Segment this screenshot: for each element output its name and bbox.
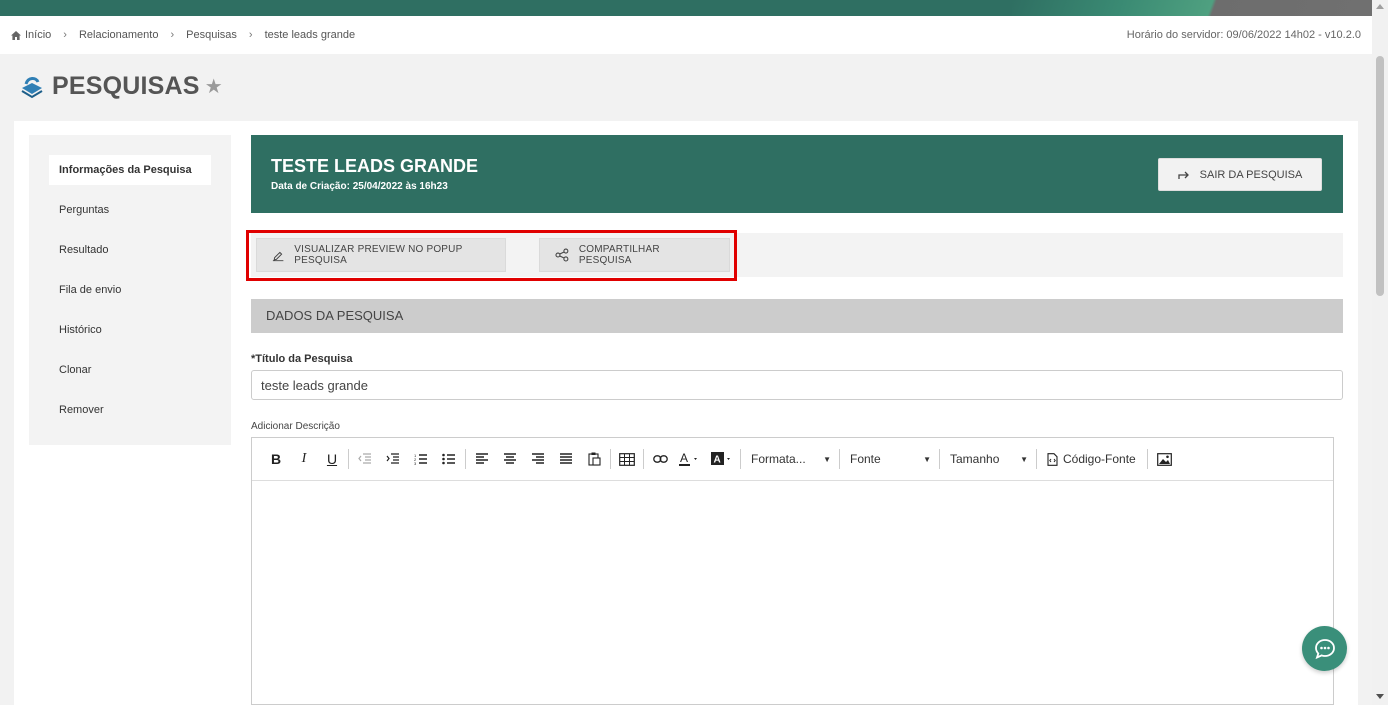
rich-text-editor: B I U 123 A A Formata... ▼ Fonte ▼ Taman…	[251, 437, 1334, 705]
toolbar-divider	[348, 449, 349, 469]
caret-down-icon: ▼	[823, 454, 831, 464]
toolbar-divider	[610, 449, 611, 469]
italic-icon[interactable]: I	[290, 445, 318, 473]
breadcrumb: Início › Relacionamento › Pesquisas › te…	[11, 29, 355, 41]
scroll-down-arrow-icon[interactable]	[1376, 694, 1384, 699]
home-icon	[11, 30, 21, 40]
format-dropdown-label: Formata...	[751, 452, 806, 466]
page-header: PESQUISAS ★	[18, 72, 223, 101]
svg-text:A: A	[714, 455, 721, 466]
justify-icon[interactable]	[552, 445, 580, 473]
toolbar-divider	[839, 449, 840, 469]
svg-text:3: 3	[414, 461, 417, 465]
align-right-icon[interactable]	[524, 445, 552, 473]
link-icon[interactable]	[646, 445, 674, 473]
creation-date: Data de Criação: 25/04/2022 às 16h23	[271, 181, 448, 192]
red-highlight-box	[246, 230, 737, 281]
sidebar-item-fila-de-envio[interactable]: Fila de envio	[49, 275, 131, 305]
chevron-right-icon: ›	[170, 29, 175, 41]
paste-icon[interactable]	[580, 445, 608, 473]
top-color-bar	[0, 0, 1372, 16]
exit-survey-label: SAIR DA PESQUISA	[1199, 168, 1303, 181]
chat-bubble-icon	[1314, 638, 1335, 659]
editor-toolbar: B I U 123 A A Formata... ▼ Fonte ▼ Taman…	[252, 438, 1333, 481]
bold-icon[interactable]: B	[262, 445, 290, 473]
sidebar: Informações da Pesquisa Perguntas Result…	[29, 135, 231, 445]
align-left-icon[interactable]	[468, 445, 496, 473]
caret-down-icon: ▼	[1020, 454, 1028, 464]
breadcrumb-current: teste leads grande	[264, 29, 356, 41]
font-dropdown[interactable]: Fonte ▼	[842, 445, 937, 473]
chevron-right-icon: ›	[63, 29, 67, 41]
chat-button[interactable]	[1302, 626, 1347, 671]
svg-text:A: A	[680, 452, 688, 465]
indent-icon[interactable]	[379, 445, 407, 473]
server-time: Horário do servidor: 09/06/2022 14h02 - …	[1126, 29, 1361, 41]
toolbar-divider	[1036, 449, 1037, 469]
sidebar-item-informacoes[interactable]: Informações da Pesquisa	[49, 155, 211, 185]
table-icon[interactable]	[613, 445, 641, 473]
source-code-label: Código-Fonte	[1063, 452, 1136, 466]
align-center-icon[interactable]	[496, 445, 524, 473]
underline-icon[interactable]: U	[318, 445, 346, 473]
exit-survey-button[interactable]: SAIR DA PESQUISA	[1158, 158, 1322, 191]
share-arrow-icon	[1177, 171, 1189, 179]
breadcrumb-home[interactable]: Início	[25, 29, 51, 41]
text-color-icon[interactable]: A	[674, 445, 706, 473]
editor-content-area[interactable]	[252, 481, 1333, 705]
toolbar-divider	[740, 449, 741, 469]
breadcrumb-pesquisas[interactable]: Pesquisas	[186, 29, 237, 41]
survey-title: TESTE LEADS GRANDE	[271, 156, 479, 176]
star-icon[interactable]: ★	[205, 74, 223, 99]
description-label: Adicionar Descrição	[251, 421, 340, 432]
sidebar-item-historico[interactable]: Histórico	[49, 315, 112, 345]
bullet-list-icon[interactable]	[435, 445, 463, 473]
section-header: DADOS DA PESQUISA	[251, 299, 1343, 333]
toolbar-divider	[465, 449, 466, 469]
survey-module-icon	[21, 76, 43, 98]
sidebar-item-remover[interactable]: Remover	[49, 395, 114, 425]
survey-banner: TESTE LEADS GRANDE Data de Criação: 25/0…	[251, 135, 1343, 213]
sidebar-item-clonar[interactable]: Clonar	[49, 355, 101, 385]
size-dropdown[interactable]: Tamanho ▼	[942, 445, 1034, 473]
toolbar-divider	[643, 449, 644, 469]
survey-title-input[interactable]	[251, 370, 1343, 400]
page-title: PESQUISAS	[52, 72, 200, 100]
scroll-thumb[interactable]	[1376, 56, 1384, 296]
breadcrumb-bar: Início › Relacionamento › Pesquisas › te…	[0, 16, 1372, 54]
format-dropdown[interactable]: Formata... ▼	[743, 445, 837, 473]
numbered-list-icon[interactable]: 123	[407, 445, 435, 473]
source-code-button[interactable]: Código-Fonte	[1039, 445, 1145, 473]
size-dropdown-label: Tamanho	[950, 452, 1000, 466]
title-field-label: *Título da Pesquisa	[251, 353, 353, 365]
image-icon[interactable]	[1150, 445, 1178, 473]
page-scrollbar[interactable]	[1372, 0, 1388, 705]
outdent-icon[interactable]	[351, 445, 379, 473]
chevron-right-icon: ›	[248, 29, 253, 41]
sidebar-item-perguntas[interactable]: Perguntas	[49, 195, 119, 225]
top-bar-gradient	[1012, 0, 1372, 16]
scroll-up-arrow-icon[interactable]	[1376, 4, 1384, 9]
source-code-icon	[1047, 452, 1058, 466]
sidebar-item-resultado[interactable]: Resultado	[49, 235, 119, 265]
breadcrumb-relacionamento[interactable]: Relacionamento	[79, 29, 159, 41]
toolbar-divider	[939, 449, 940, 469]
caret-down-icon: ▼	[923, 454, 931, 464]
toolbar-divider	[1147, 449, 1148, 469]
font-dropdown-label: Fonte	[850, 452, 881, 466]
background-color-icon[interactable]: A	[706, 445, 738, 473]
